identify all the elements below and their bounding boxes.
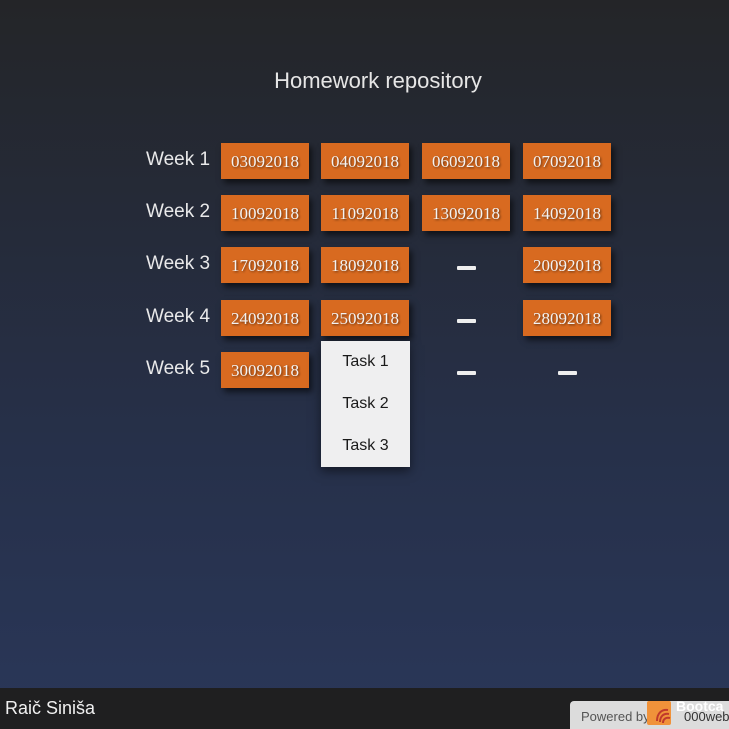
date-cell: 30092018 <box>221 352 309 388</box>
date-button[interactable]: 10092018 <box>221 195 309 231</box>
powered-by-badge[interactable]: Powered by Bootca 000web <box>570 698 729 729</box>
date-cell: 28092018 <box>523 300 611 336</box>
date-cell: 18092018 <box>321 247 409 283</box>
date-cell: 14092018 <box>523 195 611 231</box>
week-label: Week 2 <box>146 201 211 222</box>
week-row: Week 3 17092018 18092018 20092018 <box>0 247 729 283</box>
date-button[interactable]: 11092018 <box>321 195 409 231</box>
host-label: 000web <box>684 709 729 724</box>
dropdown-item-task-1[interactable]: Task 1 <box>321 341 410 383</box>
week-label: Week 5 <box>146 358 211 379</box>
powered-by-label: Powered by <box>581 709 650 724</box>
date-cell: 04092018 <box>321 143 409 179</box>
empty-cell <box>523 352 611 388</box>
swirl-icon <box>656 708 671 724</box>
date-button[interactable]: 28092018 <box>523 300 611 336</box>
date-cell: 25092018 <box>321 300 409 336</box>
date-cell: 03092018 <box>221 143 309 179</box>
date-button[interactable]: 07092018 <box>523 143 611 179</box>
empty-cell <box>422 247 510 283</box>
date-button[interactable]: 24092018 <box>221 300 309 336</box>
date-button[interactable]: 13092018 <box>422 195 510 231</box>
dropdown-item-task-3[interactable]: Task 3 <box>321 425 410 467</box>
dash-icon <box>558 371 577 375</box>
date-button[interactable]: 04092018 <box>321 143 409 179</box>
date-cell: 20092018 <box>523 247 611 283</box>
empty-cell <box>422 300 510 336</box>
author-name: Raič Siniša <box>5 698 96 718</box>
date-button[interactable]: 17092018 <box>221 247 309 283</box>
empty-cell <box>422 352 510 388</box>
page-title: Homework repository <box>274 68 482 93</box>
footer: Raič Siniša Powered by Bootca 000web <box>0 688 729 729</box>
dash-icon <box>457 319 476 323</box>
date-cell: 11092018 <box>321 195 409 231</box>
date-cell: 24092018 <box>221 300 309 336</box>
dropdown-item-task-2[interactable]: Task 2 <box>321 383 410 425</box>
dash-icon <box>457 371 476 375</box>
week-label: Week 3 <box>146 253 211 274</box>
dash-icon <box>457 266 476 270</box>
date-button[interactable]: 30092018 <box>221 352 309 388</box>
week-label: Week 4 <box>146 306 211 327</box>
week-row: Week 4 24092018 25092018 28092018 <box>0 300 729 336</box>
date-cell: 07092018 <box>523 143 611 179</box>
date-button[interactable]: 14092018 <box>523 195 611 231</box>
task-dropdown: Task 1 Task 2 Task 3 <box>321 341 410 467</box>
date-button[interactable]: 20092018 <box>523 247 611 283</box>
date-cell: 17092018 <box>221 247 309 283</box>
week-label: Week 1 <box>146 149 211 170</box>
date-button[interactable]: 25092018 <box>321 300 409 336</box>
week-row: Week 1 03092018 04092018 06092018 07092018 <box>0 143 729 179</box>
date-cell: 10092018 <box>221 195 309 231</box>
date-cell: 06092018 <box>422 143 510 179</box>
date-button[interactable]: 03092018 <box>221 143 309 179</box>
week-row: Week 2 10092018 11092018 13092018 14092018 <box>0 195 729 231</box>
date-cell: 13092018 <box>422 195 510 231</box>
date-button[interactable]: 06092018 <box>422 143 510 179</box>
date-button[interactable]: 18092018 <box>321 247 409 283</box>
